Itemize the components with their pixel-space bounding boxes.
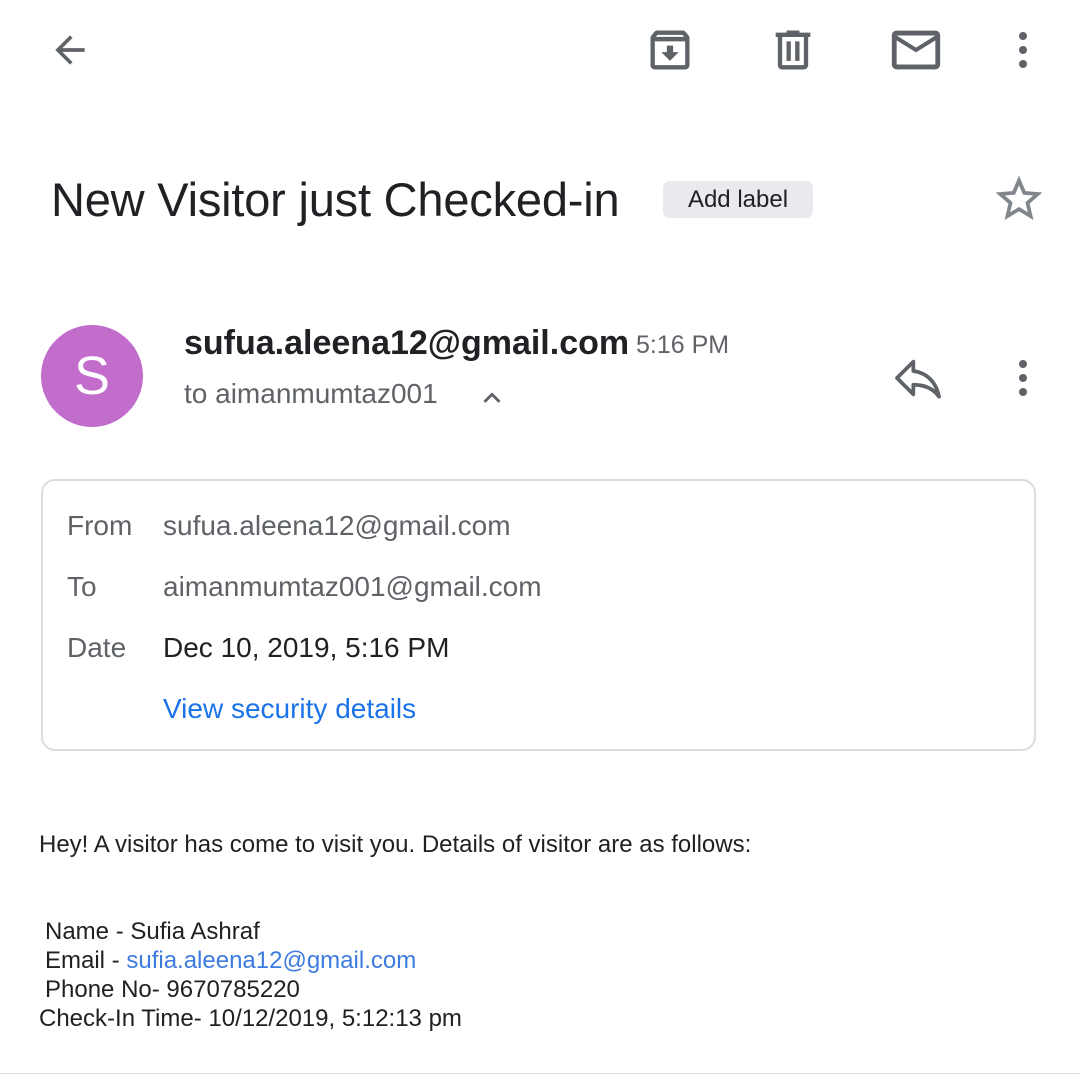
from-value: sufua.aleena12@gmail.com [163, 510, 511, 541]
recipient-summary[interactable]: to aimanmumtaz001 [184, 376, 438, 412]
visitor-email-link[interactable]: sufia.aleena12@gmail.com [126, 947, 416, 974]
reply-icon [895, 359, 941, 399]
date-value: Dec 10, 2019, 5:16 PM [163, 632, 450, 663]
bottom-divider [0, 1073, 1080, 1074]
sender-avatar[interactable]: S [41, 325, 143, 427]
visitor-name: Name - Sufia Ashraf [45, 918, 260, 945]
to-label: To [67, 571, 97, 602]
email-subject: New Visitor just Checked-in [51, 173, 620, 226]
message-more-button[interactable] [998, 348, 1048, 408]
date-label: Date [67, 632, 127, 663]
collapse-details-button[interactable] [474, 380, 510, 416]
visitor-email-prefix: Email - [45, 947, 127, 974]
visitor-checkin-time: Check-In Time- 10/12/2019, 5:12:13 pm [39, 1005, 462, 1032]
mark-unread-button[interactable] [884, 20, 948, 80]
more-vertical-icon [1019, 360, 1027, 396]
mail-icon [891, 30, 941, 70]
delete-button[interactable] [763, 20, 823, 80]
to-value: aimanmumtaz001@gmail.com [163, 571, 542, 602]
trash-icon [775, 30, 811, 70]
body-intro: Hey! A visitor has come to visit you. De… [39, 831, 752, 858]
visitor-email-line: Email - sufia.aleena12@gmail.com [45, 946, 416, 975]
from-label: From [67, 510, 133, 541]
arrow-left-icon [55, 35, 85, 65]
star-outline-icon [995, 175, 1043, 220]
more-vertical-icon [1019, 32, 1027, 68]
more-options-button[interactable] [998, 20, 1048, 80]
visitor-phone: Phone No- 9670785220 [45, 976, 300, 1003]
reply-button[interactable] [886, 348, 950, 408]
star-button[interactable] [990, 170, 1048, 228]
view-security-details-link[interactable]: View security details [163, 692, 416, 726]
archive-button[interactable] [640, 20, 700, 80]
back-button[interactable] [40, 22, 100, 78]
sender-email[interactable]: sufua.aleena12@gmail.com [184, 322, 629, 364]
archive-icon [650, 30, 690, 70]
add-label-chip[interactable]: Add label [663, 181, 813, 218]
chevron-up-icon [483, 392, 501, 403]
sent-time: 5:16 PM [636, 331, 730, 359]
